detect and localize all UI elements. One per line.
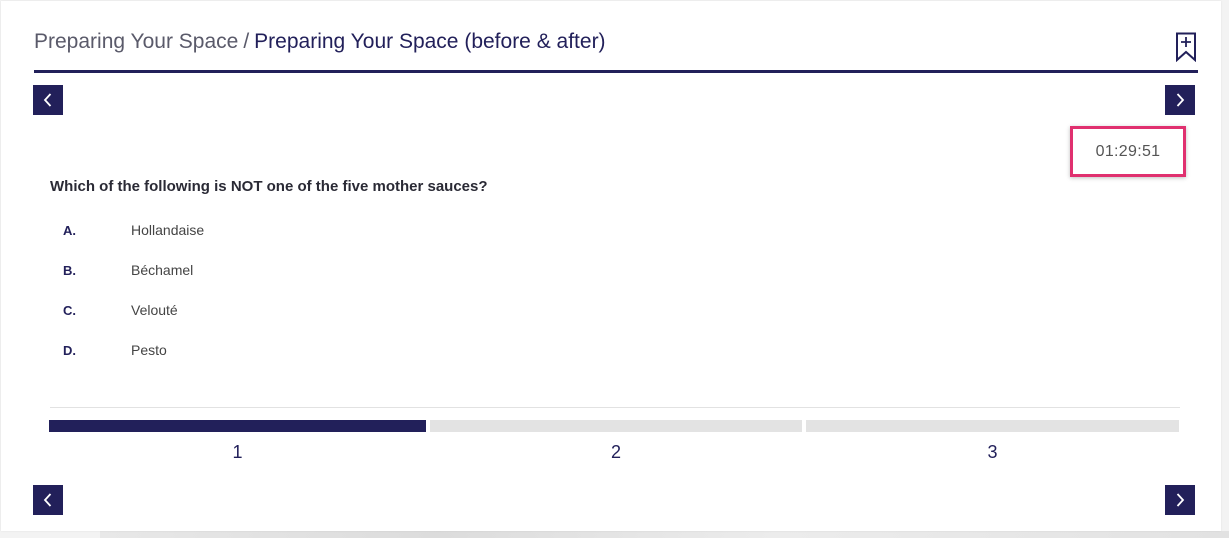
next-button-top[interactable] xyxy=(1165,85,1195,115)
breadcrumb: Preparing Your Space / Preparing Your Spac… xyxy=(34,29,606,55)
step-label: 2 xyxy=(610,442,621,462)
timer-highlight: 01:29:51 xyxy=(1070,126,1186,177)
previous-button-top[interactable] xyxy=(33,85,63,115)
option-label: Hollandaise xyxy=(131,222,205,238)
breadcrumb-parent[interactable]: Preparing Your Space xyxy=(34,30,238,53)
option-letter: A. xyxy=(63,222,76,238)
chevron-right-icon xyxy=(1176,493,1185,507)
bookmark-button[interactable] xyxy=(1175,32,1197,63)
chevron-right-icon xyxy=(1176,93,1185,107)
step-bar xyxy=(806,420,1179,432)
chevron-left-icon xyxy=(43,93,52,107)
chevron-left-icon xyxy=(43,493,52,507)
progress-divider xyxy=(50,407,1180,408)
progress-step-1[interactable]: 1 xyxy=(49,420,426,462)
option-label: Béchamel xyxy=(131,262,194,278)
option-c[interactable]: C. Velouté xyxy=(63,300,663,320)
quiz-card: Preparing Your Space / Preparing Your Spac… xyxy=(1,1,1221,531)
step-label: 1 xyxy=(232,442,243,462)
option-b[interactable]: B. Béchamel xyxy=(63,260,663,280)
step-bar xyxy=(430,420,802,432)
breadcrumb-current: Preparing Your Space (before & after) xyxy=(254,30,606,53)
breadcrumb-separator: / xyxy=(243,30,250,53)
step-bar xyxy=(49,420,426,432)
bookmark-add-icon xyxy=(1176,32,1196,63)
title-divider xyxy=(34,70,1198,73)
option-letter: D. xyxy=(63,342,76,358)
progress-step-3[interactable]: 3 xyxy=(806,420,1179,462)
question-text: Which of the following is NOT one of the… xyxy=(50,178,488,195)
option-label: Velouté xyxy=(131,302,178,318)
option-a[interactable]: A. Hollandaise xyxy=(63,220,663,240)
previous-button-bottom[interactable] xyxy=(33,485,63,515)
option-letter: B. xyxy=(63,262,76,278)
progress-step-2[interactable]: 2 xyxy=(430,420,802,462)
background-strip xyxy=(100,531,1229,538)
step-label: 3 xyxy=(987,442,998,462)
option-letter: C. xyxy=(63,302,76,318)
next-button-bottom[interactable] xyxy=(1165,485,1195,515)
timer-value: 01:29:51 xyxy=(1095,142,1161,160)
option-d[interactable]: D. Pesto xyxy=(63,340,663,360)
option-label: Pesto xyxy=(131,342,167,358)
